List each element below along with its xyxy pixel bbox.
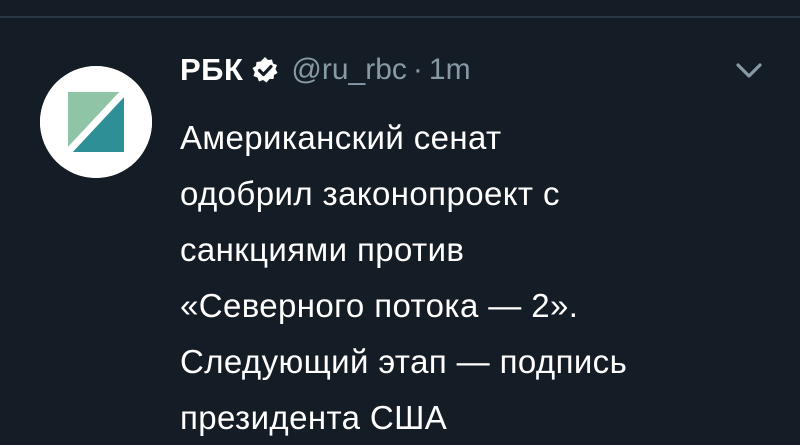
author-display-name[interactable]: РБК (180, 52, 243, 88)
tweet-text-line: «Северного потока — 2». (180, 287, 579, 324)
author-handle[interactable]: @ru_rbc (291, 53, 407, 87)
metadata-separator: · (412, 53, 423, 86)
tweet-text-line: санкциями против (180, 231, 465, 268)
tweet-text-line: Американский сенат (180, 119, 502, 156)
tweet-text-line: президента США (180, 399, 448, 436)
avatar[interactable] (40, 66, 152, 178)
tweet-screen: РБК @ru_rbc · 1m Американский сенат одоб… (0, 0, 800, 445)
tweet-header: РБК @ru_rbc · 1m (180, 50, 471, 90)
tweet-text: Американский сенат одобрил законопроект … (180, 110, 790, 445)
tweet-text-line: Следующий этап — подпись (180, 343, 628, 380)
tweet-timestamp[interactable]: 1m (429, 53, 471, 87)
chevron-down-icon[interactable] (731, 56, 767, 84)
verified-badge-icon (252, 57, 278, 83)
tweet-text-line: одобрил законопроект с (180, 175, 560, 212)
rbc-logo-icon (40, 66, 152, 178)
tweet-card[interactable]: РБК @ru_rbc · 1m Американский сенат одоб… (0, 18, 800, 445)
